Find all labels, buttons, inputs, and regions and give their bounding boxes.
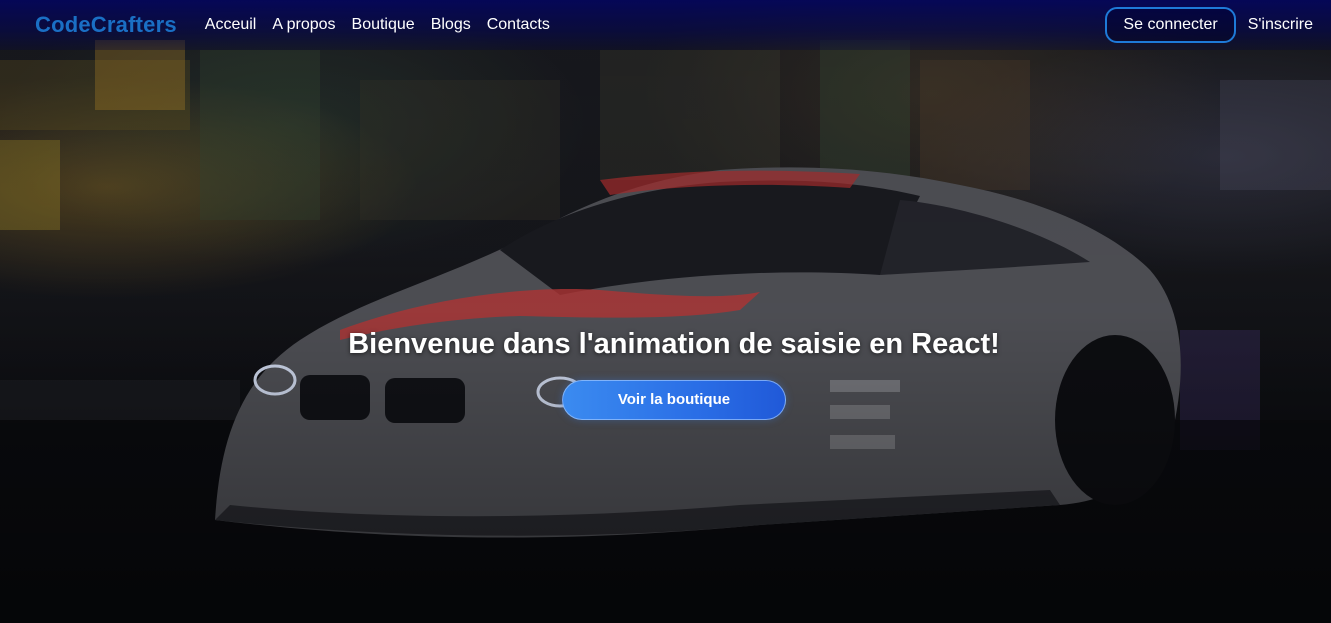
- navbar: CodeCrafters Acceuil A propos Boutique B…: [0, 0, 1331, 50]
- nav-link-accueil[interactable]: Acceuil: [205, 16, 257, 34]
- page: CodeCrafters Acceuil A propos Boutique B…: [0, 0, 1331, 623]
- brand-logo[interactable]: CodeCrafters: [35, 12, 177, 38]
- nav-link-a-propos[interactable]: A propos: [272, 16, 335, 34]
- signup-link[interactable]: S'inscrire: [1248, 16, 1313, 34]
- nav-link-blogs[interactable]: Blogs: [431, 16, 471, 34]
- hero-title: Bienvenue dans l'animation de saisie en …: [348, 328, 1000, 360]
- hero-content: Bienvenue dans l'animation de saisie en …: [0, 328, 1331, 420]
- nav-link-contacts[interactable]: Contacts: [487, 16, 550, 34]
- nav-auth: Se connecter S'inscrire: [1105, 7, 1313, 43]
- nav-link-boutique[interactable]: Boutique: [352, 16, 415, 34]
- nav-links: Acceuil A propos Boutique Blogs Contacts: [205, 16, 550, 34]
- shop-cta-button[interactable]: Voir la boutique: [562, 380, 786, 420]
- login-button[interactable]: Se connecter: [1105, 7, 1236, 43]
- hero-overlay: [0, 0, 1331, 623]
